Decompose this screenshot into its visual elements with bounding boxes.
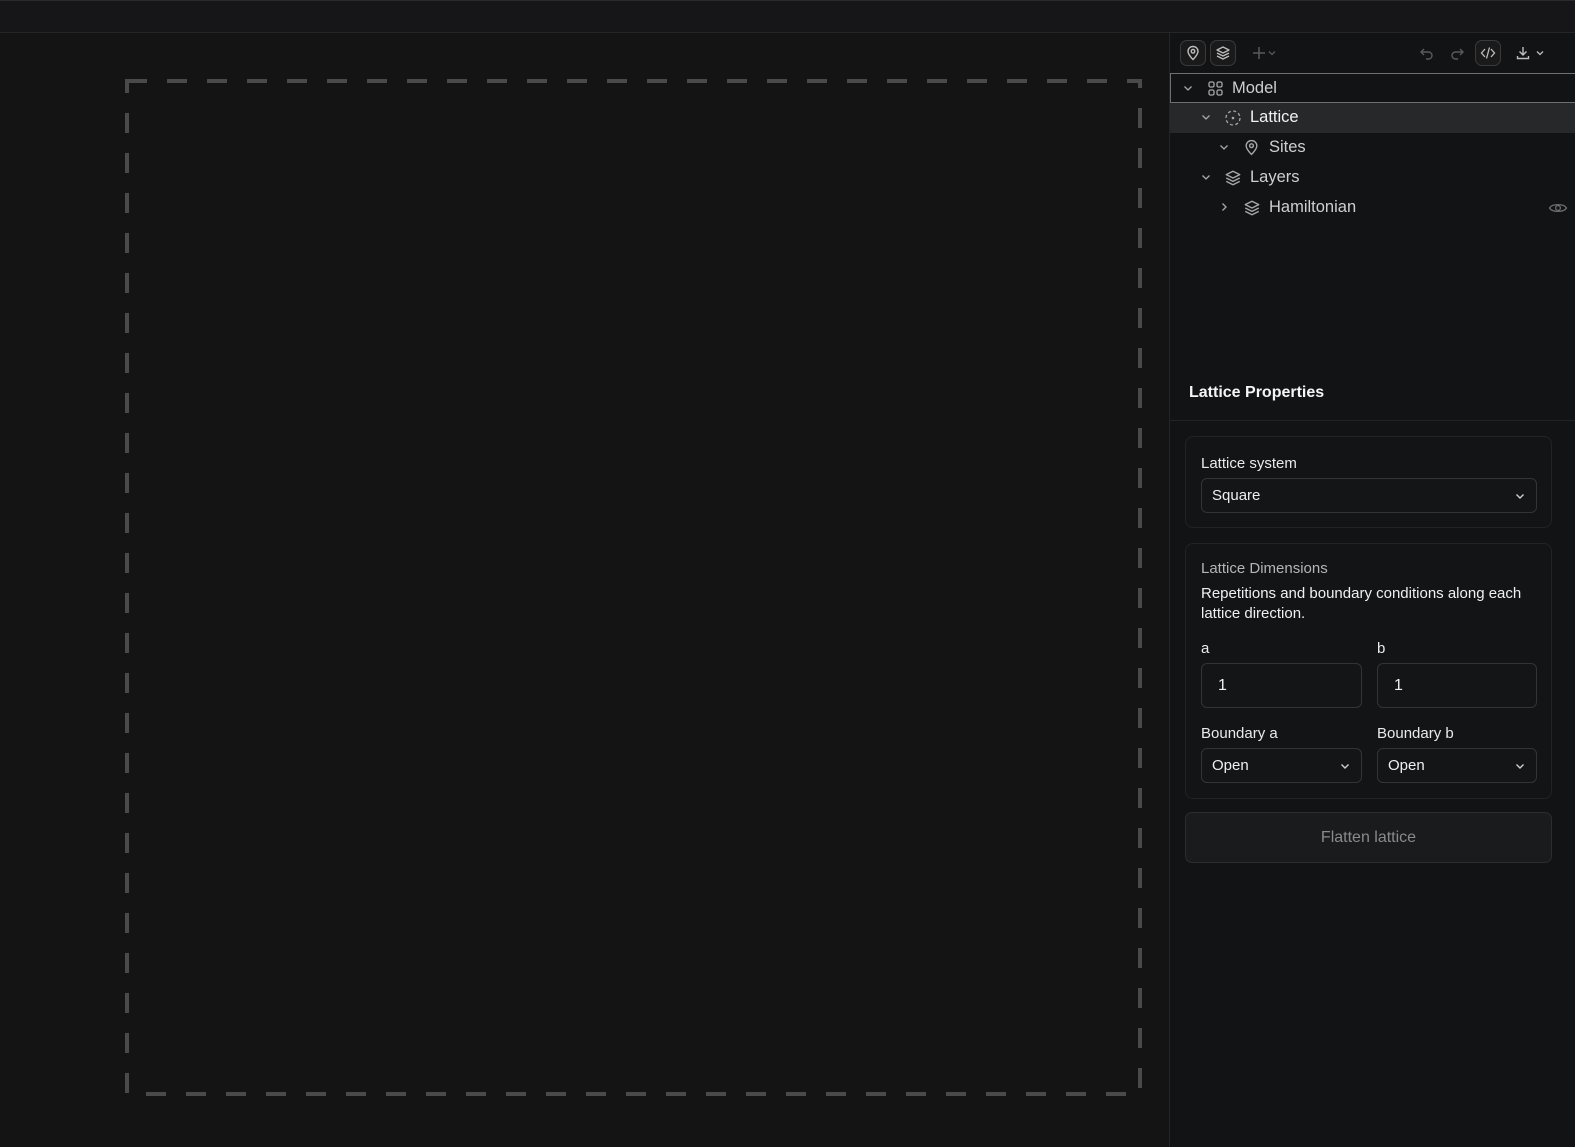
chevron-down-icon [1516,494,1524,499]
chevron-down-icon [1341,764,1349,769]
download-menu-button[interactable] [1508,40,1552,66]
tree-item-label: Sites [1269,138,1306,156]
tree-item-label: Layers [1250,168,1300,186]
undo-button[interactable] [1414,40,1440,66]
divider [1170,420,1575,421]
download-icon [1516,47,1530,60]
code-view-button[interactable] [1475,40,1501,66]
a-value: 1 [1218,677,1227,694]
layers-icon [1216,46,1230,60]
grid-icon [1208,81,1223,96]
lattice-system-label: Lattice system [1201,455,1297,472]
sites-pin-icon [1245,139,1258,156]
lattice-canvas[interactable] [0,33,1169,1147]
right-panel: Model Lattice Sites Layers Hamiltonian L… [1169,33,1575,1147]
a-input[interactable]: 1 [1201,663,1362,708]
boundary-a-label: Boundary a [1201,725,1278,742]
lattice-dimensions-card: Lattice Dimensions Repetitions and bound… [1185,543,1552,799]
model-tree: Model Lattice Sites Layers Hamiltonian [1170,73,1575,223]
boundary-a-select[interactable]: Open [1201,748,1362,783]
properties-title: Lattice Properties [1189,384,1325,401]
lattice-system-select[interactable]: Square [1201,478,1537,513]
lattice-icon [1225,110,1241,126]
tree-item-hamiltonian[interactable]: Hamiltonian [1170,193,1575,223]
boundary-b-label: Boundary b [1377,725,1454,742]
lattice-dimensions-description: Repetitions and boundary conditions alon… [1201,585,1522,622]
lattice-dimensions-heading: Lattice Dimensions [1201,560,1328,577]
redo-icon [1451,48,1464,60]
chevron-down-icon [1516,764,1524,769]
b-label: b [1377,640,1386,657]
code-icon [1480,47,1496,59]
boundary-b-value: Open [1388,757,1425,774]
sites-pin-button[interactable] [1180,40,1206,66]
chevron-down-icon[interactable] [1200,171,1212,183]
boundary-b-select[interactable]: Open [1377,748,1537,783]
chevron-right-icon[interactable] [1218,201,1230,213]
tree-item-label: Model [1232,79,1277,97]
tree-item-model[interactable]: Model [1170,73,1575,103]
panel-toolbar [1170,33,1575,73]
lattice-system-value: Square [1212,487,1261,504]
lattice-boundary-outline [125,79,1142,1096]
undo-icon [1420,48,1433,60]
tree-item-label: Hamiltonian [1269,198,1357,216]
tree-item-label: Lattice [1250,108,1299,126]
b-input[interactable]: 1 [1377,663,1537,708]
boundary-a-value: Open [1212,757,1249,774]
layers-icon [1225,170,1241,186]
chevron-down-icon [1536,51,1544,56]
sites-pin-icon [1187,45,1199,61]
add-icon [1253,47,1265,59]
layers-icon [1244,200,1260,216]
a-label: a [1201,640,1210,657]
eye-icon[interactable] [1548,201,1568,215]
flatten-lattice-button[interactable]: Flatten lattice [1185,812,1552,863]
redo-button[interactable] [1444,40,1470,66]
tree-item-layers[interactable]: Layers [1170,163,1575,193]
tree-item-lattice[interactable]: Lattice [1170,103,1575,133]
top-bar [0,0,1575,33]
lattice-system-card: Lattice system Square [1185,436,1552,528]
layers-button[interactable] [1210,40,1236,66]
b-value: 1 [1394,677,1403,694]
chevron-down-icon[interactable] [1200,111,1212,123]
add-menu-button[interactable] [1244,40,1284,66]
tree-item-sites[interactable]: Sites [1170,133,1575,163]
chevron-down-icon [1268,51,1276,56]
chevron-down-icon[interactable] [1182,82,1194,94]
chevron-down-icon[interactable] [1218,141,1230,153]
